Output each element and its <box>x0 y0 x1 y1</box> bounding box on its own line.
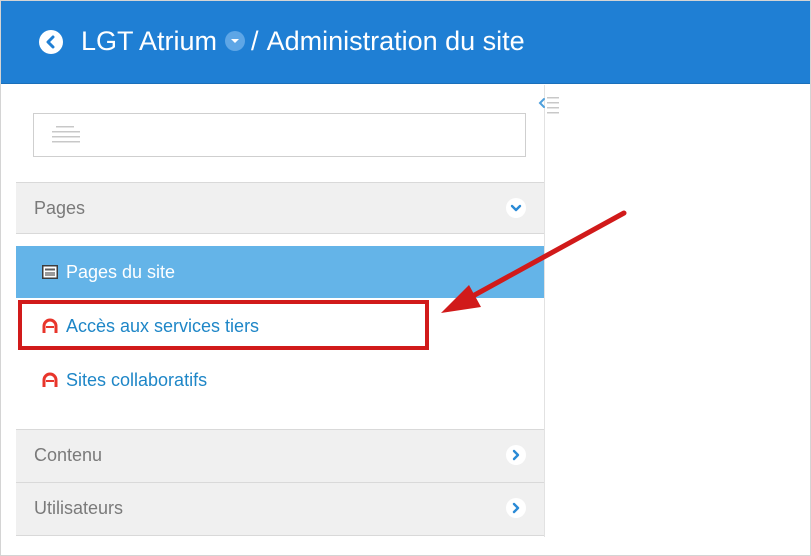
section-contenu-header[interactable]: Contenu <box>16 429 544 483</box>
section-label: Utilisateurs <box>34 498 124 518</box>
collapse-left-icon <box>538 97 559 114</box>
site-name-link[interactable]: LGT Atrium <box>81 26 217 57</box>
nav-item-acces-services-tiers[interactable]: Accès aux services tiers <box>16 300 544 352</box>
portlet-icon <box>42 372 58 388</box>
section-label: Contenu <box>34 445 103 465</box>
breadcrumb-separator: / <box>251 25 259 56</box>
chevron-right-icon <box>506 498 526 518</box>
caret-down-icon <box>231 39 240 43</box>
header-bar: LGT Atrium / Administration du site <box>1 1 810 84</box>
breadcrumb: LGT Atrium / Administration du site <box>81 23 525 59</box>
page-title: Administration du site <box>266 25 525 56</box>
page-icon <box>42 264 58 280</box>
back-button[interactable] <box>39 30 63 54</box>
section-pages-header[interactable]: Pages <box>16 182 544 234</box>
text-lines-icon <box>52 126 80 143</box>
chevron-right-icon <box>506 445 526 465</box>
search-input[interactable] <box>33 113 526 157</box>
chevron-left-icon <box>46 35 55 49</box>
nav-item-sites-collaboratifs[interactable]: Sites collaboratifs <box>16 354 544 406</box>
nav-item-label: Pages du site <box>66 261 176 282</box>
nav-item-pages-du-site[interactable]: Pages du site <box>16 246 544 298</box>
collapse-sidebar-button[interactable] <box>537 95 565 119</box>
section-label: Pages <box>34 198 86 218</box>
site-switcher-button[interactable] <box>225 31 246 51</box>
nav-item-label: Accès aux services tiers <box>66 315 260 336</box>
section-utilisateurs-header[interactable]: Utilisateurs <box>16 482 544 536</box>
nav-item-label: Sites collaboratifs <box>66 369 208 390</box>
portlet-icon <box>42 318 58 334</box>
chevron-down-icon <box>506 198 526 218</box>
admin-sidebar: Pages Pages du site Accès aux services t… <box>16 85 545 537</box>
app-window: LGT Atrium / Administration du site Page… <box>0 0 811 556</box>
